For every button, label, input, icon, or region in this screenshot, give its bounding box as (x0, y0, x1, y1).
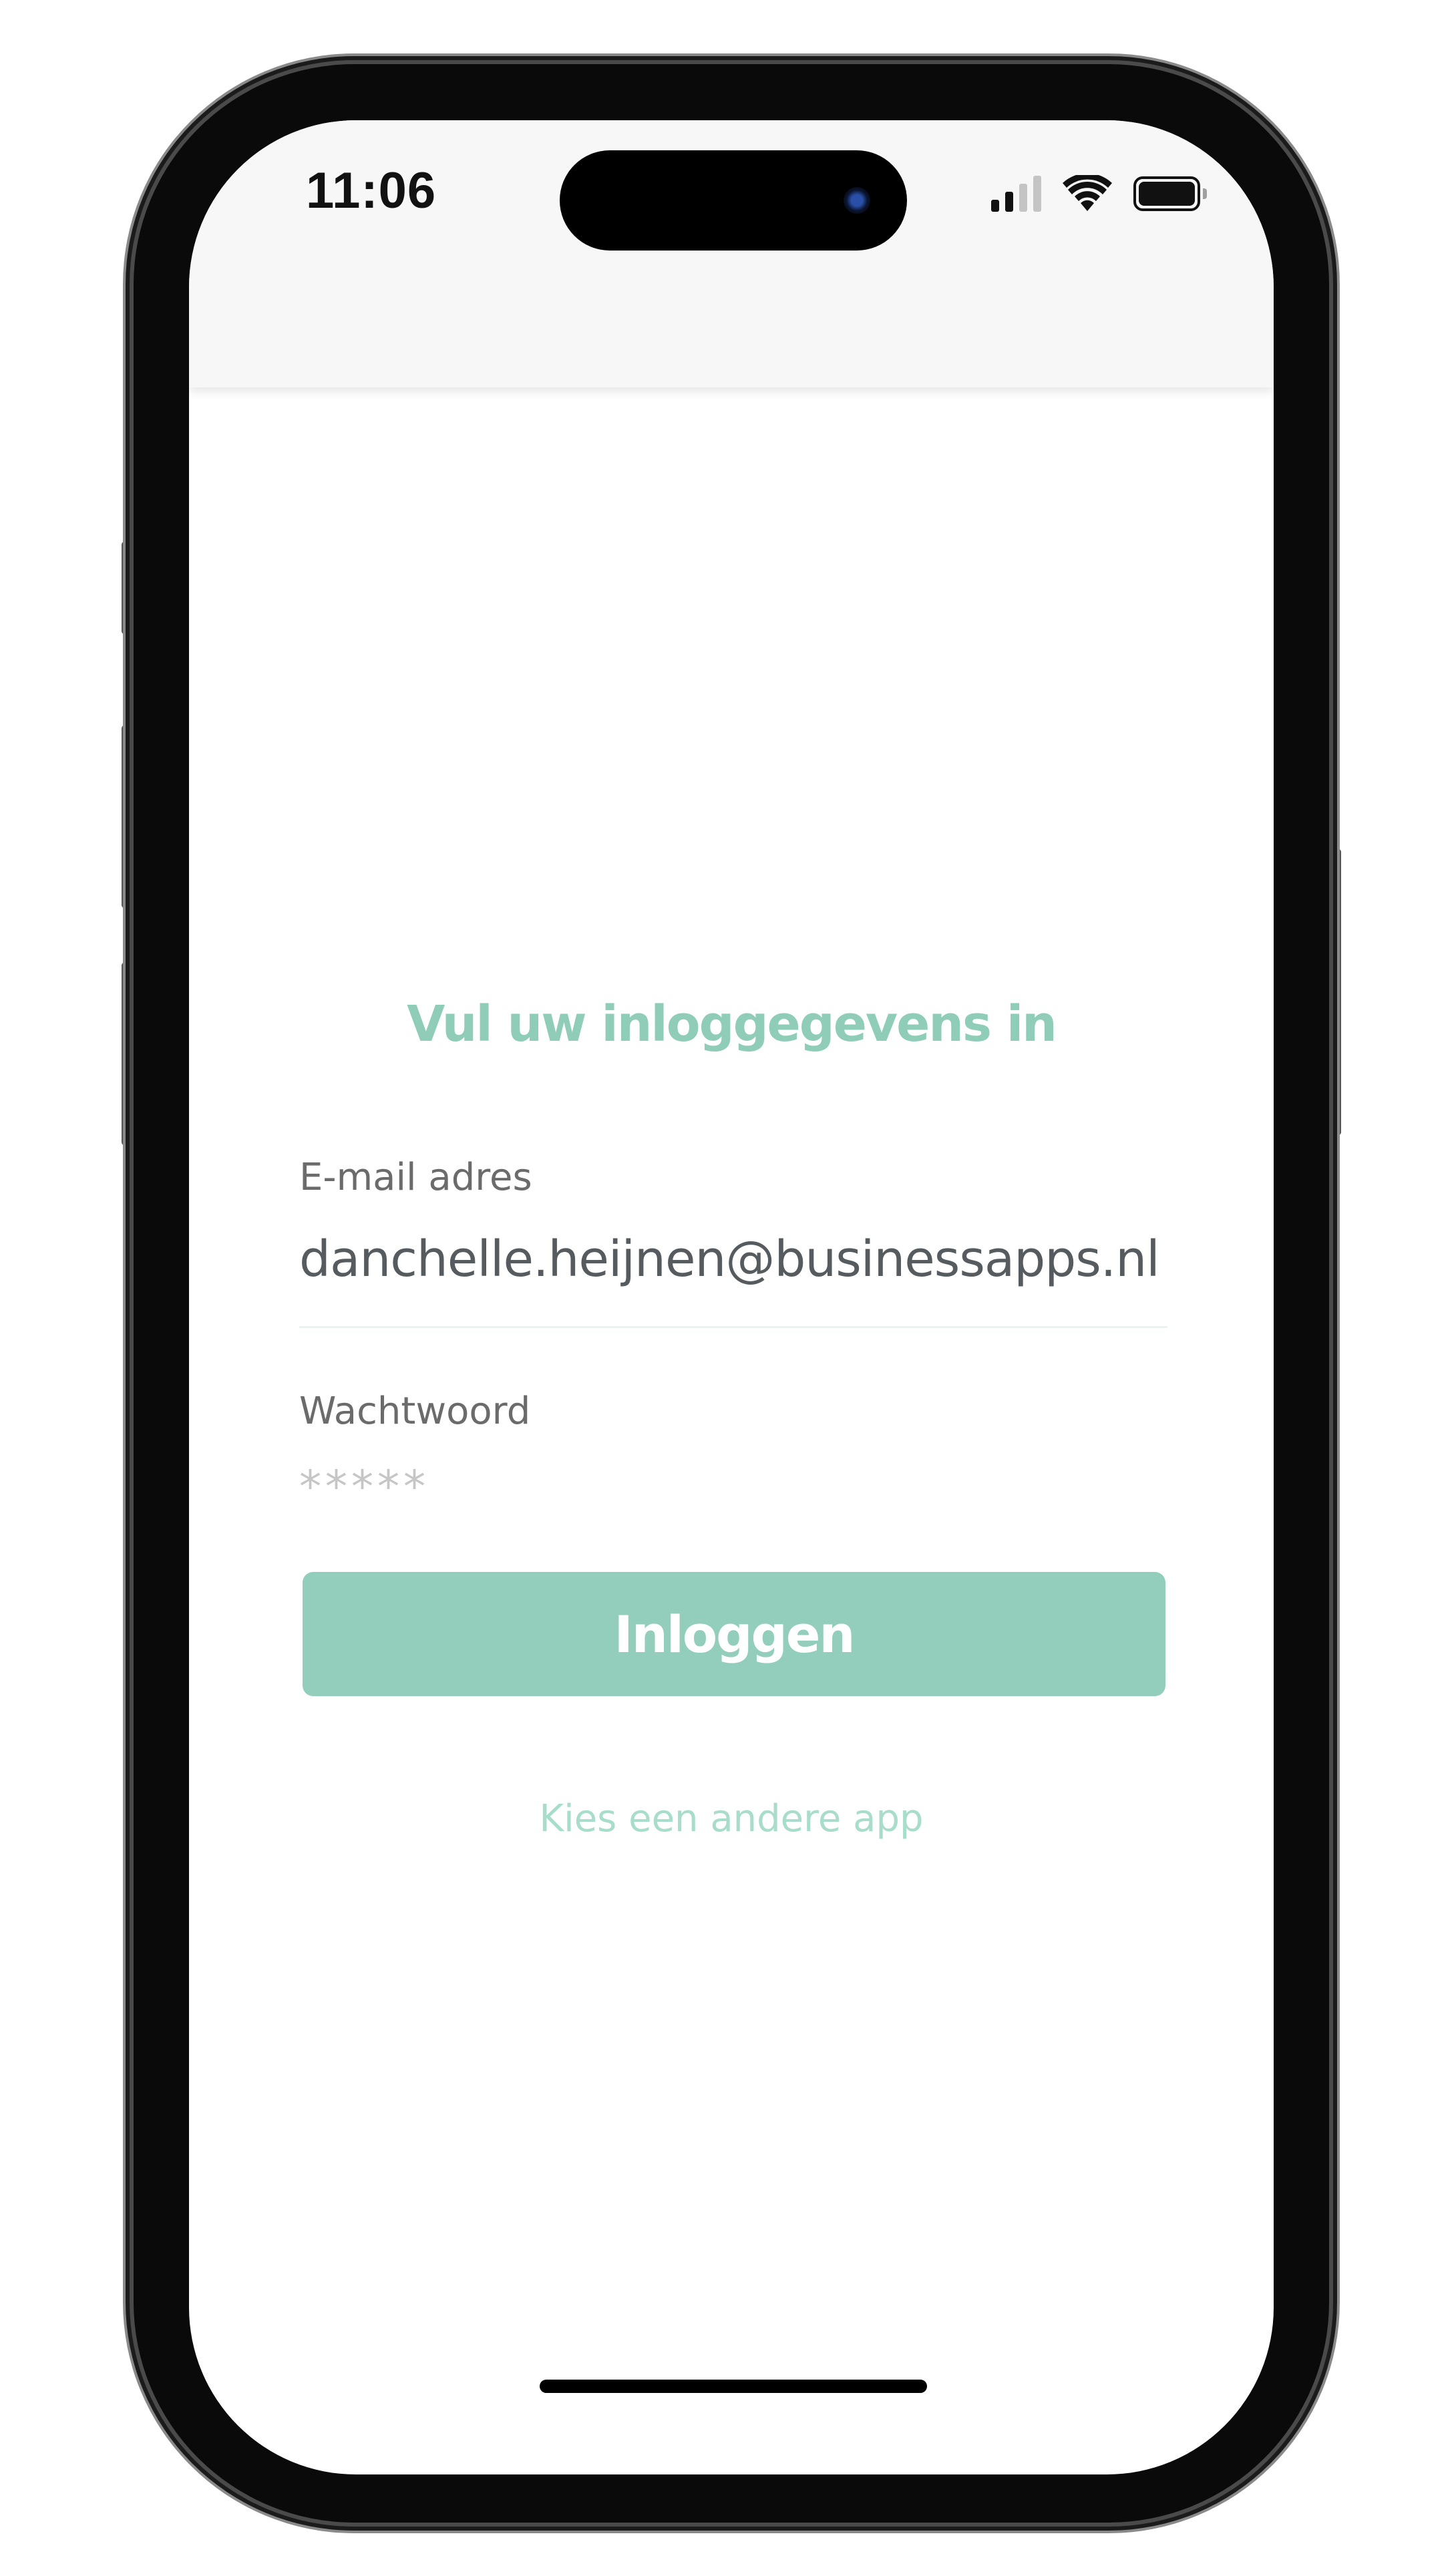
choose-other-app-link[interactable]: Kies een andere app (189, 1797, 1274, 1840)
login-button[interactable]: Inloggen (303, 1572, 1165, 1696)
email-input[interactable] (299, 1226, 1167, 1293)
phone-screen: 11:06 Vul uw inloggegevens in E-mail adr… (189, 120, 1274, 2474)
wifi-icon (1063, 175, 1112, 211)
navigation-bar: 11:06 (189, 120, 1274, 387)
password-label: Wachtwoord (299, 1390, 531, 1433)
status-time: 11:06 (306, 162, 437, 219)
login-title: Vul uw inloggegevens in (407, 995, 1057, 1053)
camera-icon (844, 187, 870, 214)
login-form: Vul uw inloggegevens in E-mail adres Wac… (189, 120, 1274, 2474)
email-label: E-mail adres (299, 1156, 532, 1199)
password-input[interactable] (299, 1456, 1167, 1516)
home-indicator[interactable] (540, 2380, 927, 2393)
status-icons (991, 175, 1207, 212)
battery-icon (1133, 176, 1207, 211)
signal-icon (991, 176, 1041, 212)
email-underline (299, 1326, 1167, 1328)
dynamic-island (560, 150, 907, 251)
